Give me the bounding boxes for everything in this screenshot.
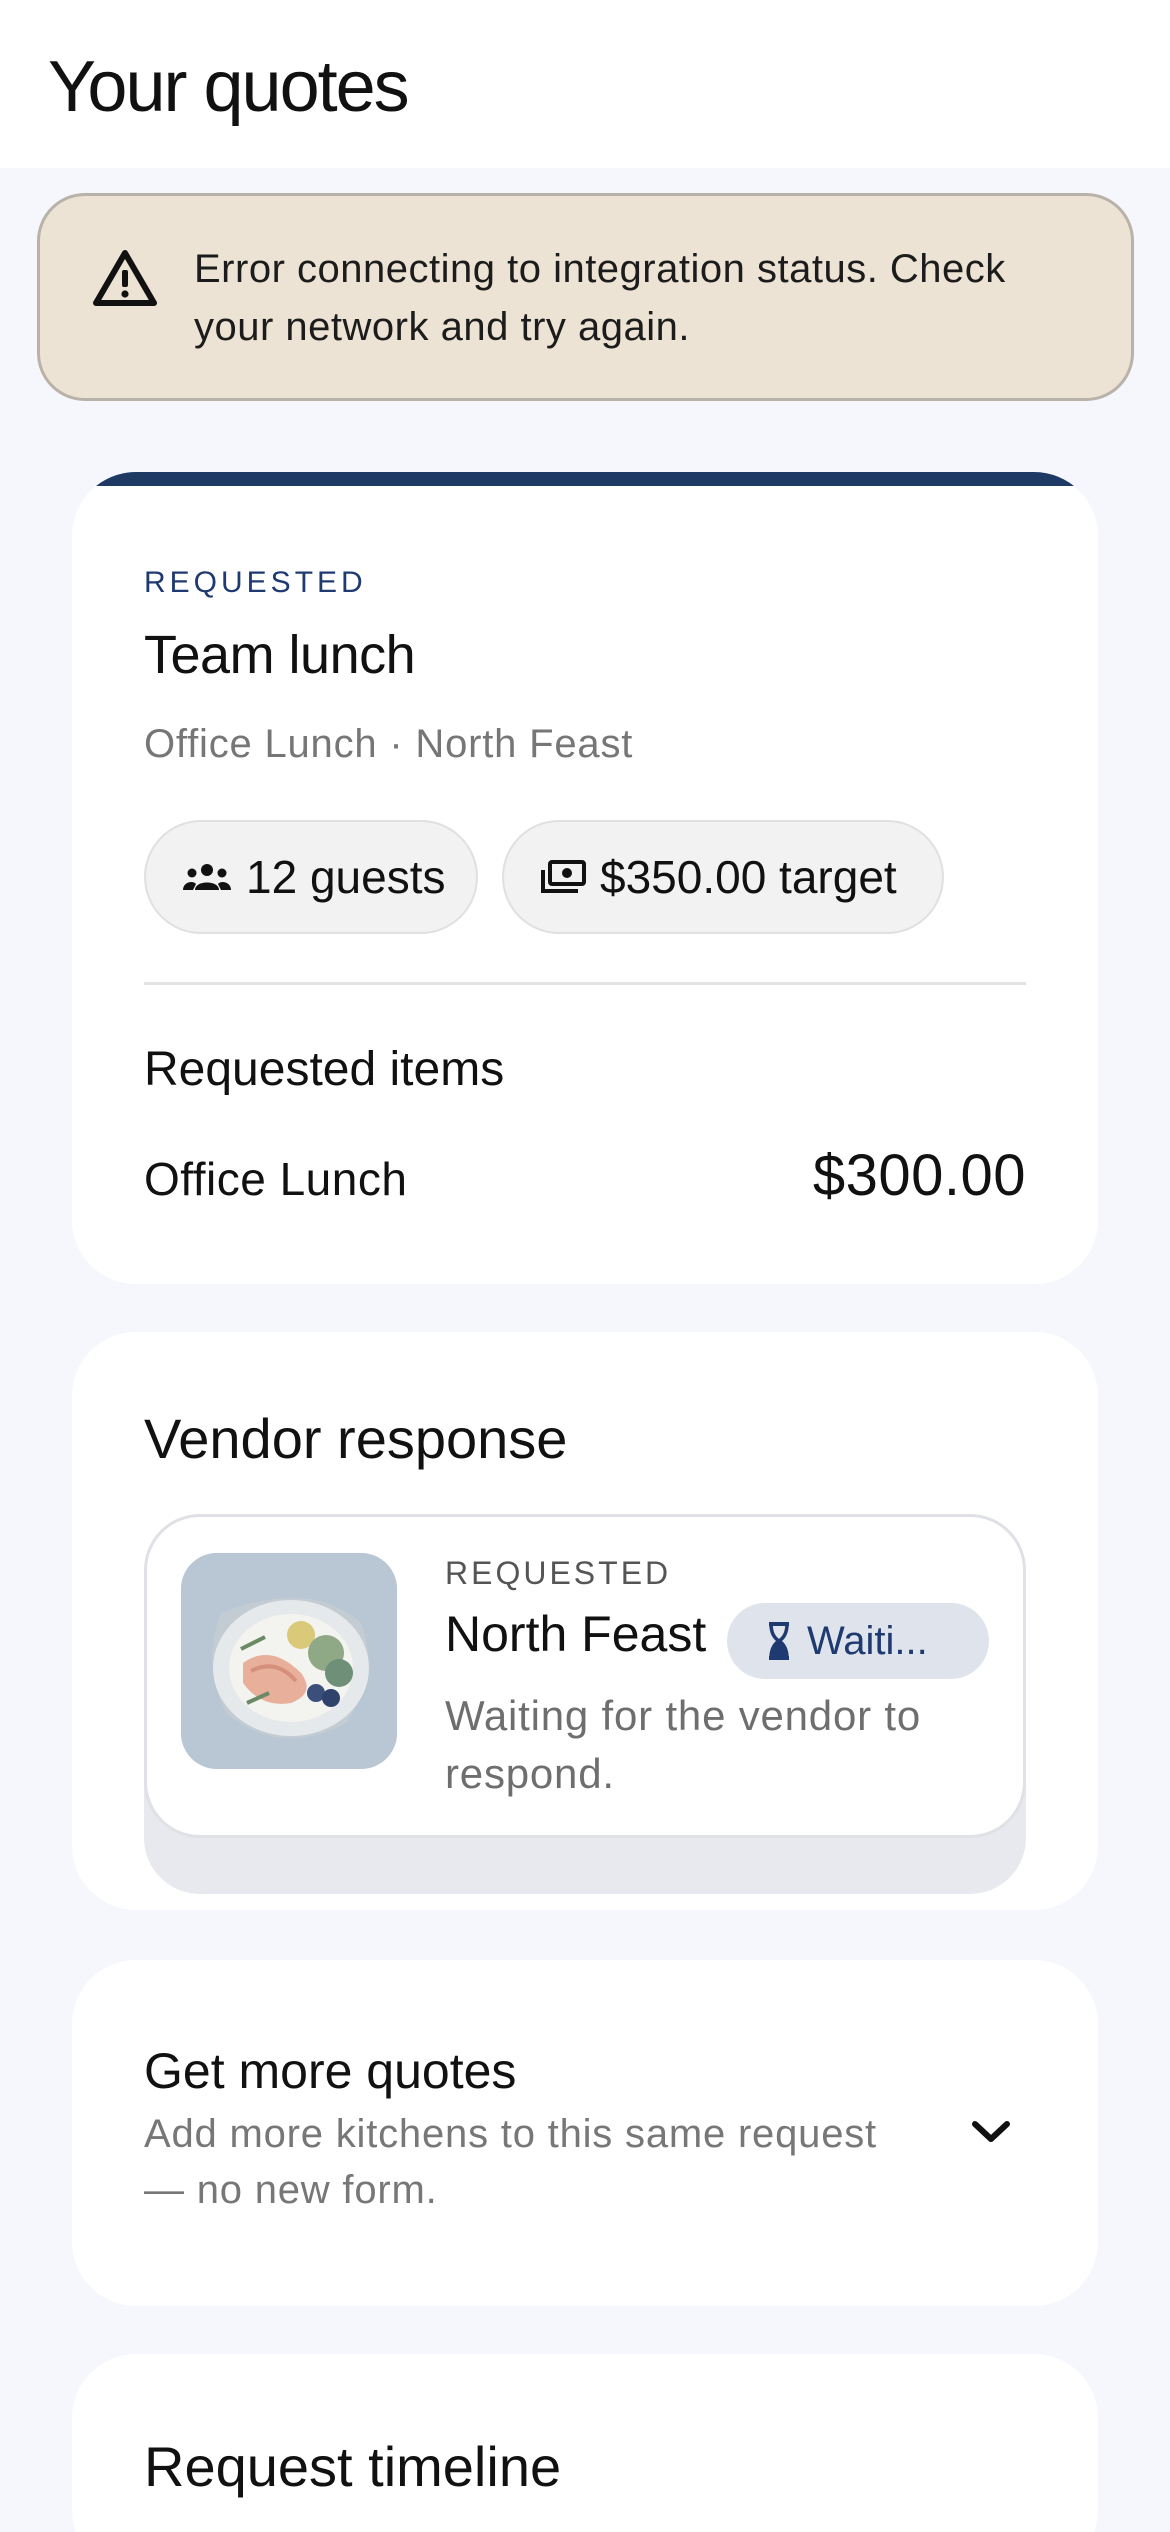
guests-chip-label: 12 guests — [246, 851, 446, 903]
quote-card-accent — [72, 472, 1098, 486]
get-more-quotes-subtitle: Add more kitchens to this same request —… — [144, 2112, 877, 2212]
vendor-response-heading: Vendor response — [144, 1407, 568, 1470]
vendor-message: Waiting for the vendor to respond. — [445, 1692, 922, 1797]
hourglass-icon — [769, 1622, 789, 1660]
request-timeline-title: Request timeline — [144, 2435, 562, 2498]
quote-status: REQUESTED — [144, 566, 367, 599]
quote-divider — [144, 982, 1026, 985]
vendor-name: North Feast — [445, 1606, 707, 1662]
chevron-down-icon[interactable] — [970, 2118, 1012, 2146]
warning-triangle-icon — [93, 250, 157, 306]
vendor-food-image — [181, 1553, 397, 1769]
alert-message: Error connecting to integration status. … — [194, 247, 1006, 349]
vendor-status: REQUESTED — [445, 1555, 672, 1591]
group-icon — [183, 864, 231, 890]
waiting-status-label: Waiti... — [807, 1618, 928, 1663]
vendor-quote-item[interactable]: REQUESTED North Feast Waiti... Waiting f… — [144, 1514, 1026, 1838]
guests-chip: 12 guests — [144, 820, 478, 934]
target-chip-label: $350.00 target — [600, 851, 897, 903]
error-alert: Error connecting to integration status. … — [37, 193, 1134, 401]
top-bar: Your quotes — [0, 0, 1170, 168]
target-chip: $350.00 target — [502, 820, 944, 934]
cash-icon — [541, 860, 586, 893]
quote-title: Team lunch — [144, 625, 416, 685]
get-more-quotes-card[interactable]: Get more quotes Add more kitchens to thi… — [72, 1960, 1098, 2306]
requested-items-heading: Requested items — [144, 1043, 505, 1096]
quote-card: REQUESTED Team lunch Office Lunch · Nort… — [72, 472, 1098, 1284]
get-more-quotes-title: Get more quotes — [144, 2043, 517, 2099]
waiting-status-badge: Waiti... — [727, 1603, 989, 1679]
vendor-response-card: Vendor response REQUESTED North Feast Wa… — [72, 1332, 1098, 1910]
page-title: Your quotes — [48, 47, 410, 127]
request-timeline-card: Request timeline — [72, 2354, 1098, 2532]
item-name: Office Lunch — [144, 1153, 408, 1205]
item-price: $300.00 — [812, 1143, 1026, 1208]
quote-subtitle: Office Lunch · North Feast — [144, 722, 634, 766]
